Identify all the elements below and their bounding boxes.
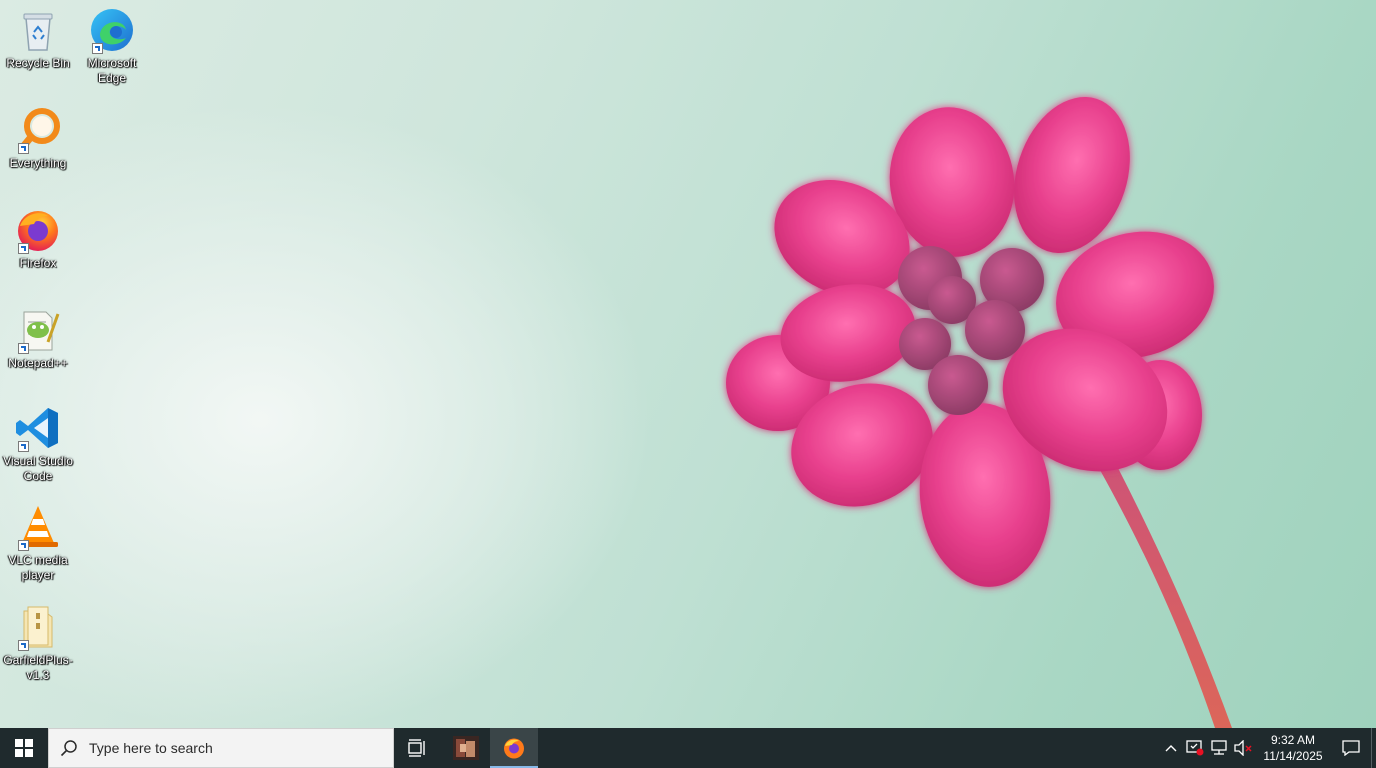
- desktop-icon-label: Firefox: [19, 256, 57, 270]
- chevron-up-icon: [1165, 745, 1177, 752]
- firefox-icon: [504, 738, 524, 759]
- network-icon: [1211, 740, 1227, 755]
- notification-center-button[interactable]: [1331, 728, 1371, 768]
- clock-time: 9:32 AM: [1270, 733, 1316, 747]
- desktop-icon-label: Recycle Bin: [6, 56, 70, 70]
- volume-muted-icon: [1234, 740, 1252, 756]
- desktop-icon-label: GarfieldPlus-v1.3: [3, 653, 73, 682]
- desktop-icon-notepad-plus-plus[interactable]: Notepad++: [0, 306, 76, 371]
- security-tray-button[interactable]: [1183, 728, 1207, 768]
- desktop-icon-firefox[interactable]: Firefox: [0, 206, 76, 271]
- desktop-icon-label: Microsoft Edge: [87, 56, 137, 85]
- flower-wallpaper: [726, 97, 1232, 728]
- windows-logo-icon: [15, 739, 33, 757]
- desktop-icon-everything[interactable]: Everything: [0, 106, 76, 171]
- show-hidden-icons-button[interactable]: [1159, 728, 1183, 768]
- image-thumbnail-icon: [453, 736, 479, 760]
- desktop-icon-label: Visual Studio Code: [3, 454, 73, 483]
- taskbar: Type here to search 9:32 AM 11/14/2025: [0, 728, 1376, 768]
- clock[interactable]: 9:32 AM 11/14/2025: [1255, 732, 1331, 764]
- desktop-icon-recycle-bin[interactable]: Recycle Bin: [0, 6, 76, 71]
- desktop-icon-microsoft-edge[interactable]: Microsoft Edge: [74, 6, 150, 86]
- volume-tray-button[interactable]: [1231, 728, 1255, 768]
- desktop-icon-vscode[interactable]: Visual Studio Code: [0, 404, 76, 484]
- start-button[interactable]: [0, 728, 48, 768]
- security-alert-icon: [1186, 740, 1204, 756]
- taskbar-app-image[interactable]: [442, 728, 490, 768]
- desktop-icon-vlc[interactable]: VLC media player: [0, 503, 76, 583]
- task-view-button[interactable]: [394, 728, 442, 768]
- search-input[interactable]: Type here to search: [48, 728, 394, 768]
- system-tray: 9:32 AM 11/14/2025: [1159, 728, 1376, 768]
- desktop-icon-label: Everything: [9, 156, 67, 170]
- clock-date: 11/14/2025: [1263, 749, 1323, 763]
- desktop-icon-garfieldplus[interactable]: GarfieldPlus-v1.3: [0, 603, 76, 683]
- desktop-icon-label: VLC media player: [8, 553, 68, 582]
- recycle-bin-icon: [23, 13, 53, 51]
- taskbar-app-firefox[interactable]: [490, 728, 538, 768]
- network-tray-button[interactable]: [1207, 728, 1231, 768]
- search-placeholder: Type here to search: [89, 740, 213, 756]
- desktop[interactable]: Recycle Bin Microsoft Edge Everything Fi…: [0, 0, 1376, 728]
- task-view-icon: [408, 739, 425, 757]
- desktop-icon-label: Notepad++: [8, 356, 68, 370]
- search-icon: [49, 739, 89, 757]
- notification-icon: [1342, 740, 1360, 756]
- show-desktop-button[interactable]: [1371, 728, 1376, 768]
